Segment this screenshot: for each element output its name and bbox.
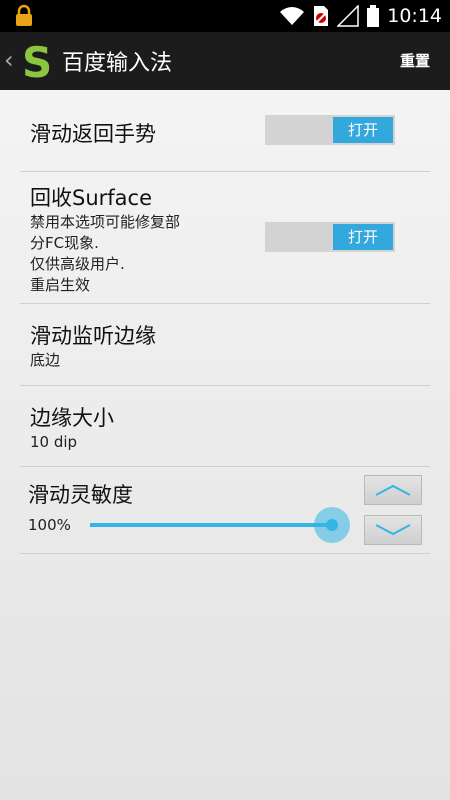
- svg-text:S: S: [22, 40, 52, 82]
- swipe-back-toggle[interactable]: 打开: [265, 115, 395, 145]
- pref-edge-size[interactable]: 边缘大小 10 dip: [20, 386, 430, 467]
- chevron-down-icon: [375, 524, 411, 536]
- status-time: 10:14: [387, 5, 442, 27]
- pref-title: 边缘大小: [30, 406, 114, 430]
- decrease-button[interactable]: [364, 515, 422, 545]
- pref-title: 回收Surface: [30, 186, 153, 210]
- recycle-surface-toggle[interactable]: 打开: [265, 222, 395, 252]
- pref-swipe-back[interactable]: 滑动返回手势 打开: [20, 90, 430, 172]
- sensitivity-value: 100%: [28, 516, 71, 534]
- toggle-on-label: 打开: [333, 117, 393, 143]
- increase-button[interactable]: [364, 475, 422, 505]
- pref-summary-line: 禁用本选项可能修复部: [30, 213, 181, 231]
- wifi-icon: [280, 7, 305, 25]
- back-chevron-icon[interactable]: ‹: [4, 46, 14, 74]
- pref-title: 滑动灵敏度: [28, 483, 133, 507]
- signal-icon: [337, 5, 359, 27]
- pref-summary-line: 分FC现象.: [30, 234, 99, 252]
- status-bar: 10:14: [0, 0, 450, 32]
- pref-title: 滑动返回手势: [30, 122, 156, 146]
- pref-summary-line: 重启生效: [30, 276, 91, 294]
- pref-swipe-edge[interactable]: 滑动监听边缘 底边: [20, 304, 430, 386]
- reset-button[interactable]: 重置: [400, 50, 430, 71]
- action-bar: ‹ S 百度输入法 重置: [0, 32, 450, 90]
- chevron-up-icon: [375, 484, 411, 496]
- pref-title: 滑动监听边缘: [30, 324, 156, 348]
- sensitivity-slider-track[interactable]: [90, 523, 332, 527]
- pref-summary-line: 仅供高级用户.: [30, 255, 125, 273]
- pref-summary: 底边: [30, 351, 61, 369]
- pref-summary: 10 dip: [30, 433, 78, 451]
- sensitivity-slider-thumb-core[interactable]: [326, 519, 338, 531]
- battery-icon: [367, 5, 380, 27]
- pref-recycle-surface[interactable]: 回收Surface 禁用本选项可能修复部 分FC现象. 仅供高级用户. 重启生效…: [20, 172, 430, 304]
- app-logo-icon[interactable]: S: [18, 40, 60, 82]
- page-title: 百度输入法: [62, 51, 173, 76]
- lock-icon: [16, 4, 32, 26]
- status-icons: 10:14: [279, 0, 442, 32]
- sim-icon: [314, 6, 329, 26]
- toggle-on-label: 打开: [333, 224, 393, 250]
